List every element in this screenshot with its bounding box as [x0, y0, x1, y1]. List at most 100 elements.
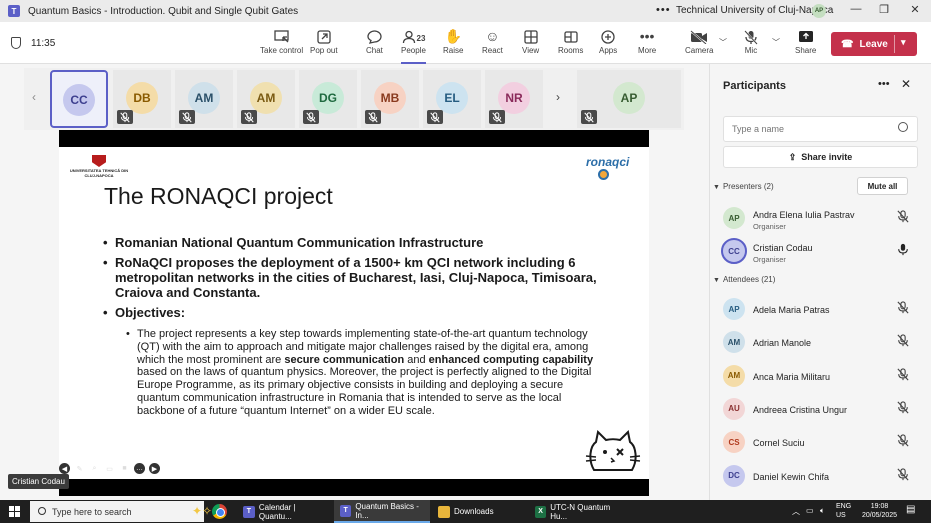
react-button[interactable]: ☺ React	[482, 26, 503, 55]
panel-close-icon[interactable]: ✕	[901, 77, 911, 91]
mic-button[interactable]: Mic	[744, 26, 758, 55]
taskbar-item-calendar[interactable]: T Calendar | Quantu...	[237, 500, 330, 523]
mute-all-button[interactable]: Mute all	[857, 177, 908, 195]
panel-more-icon[interactable]: •••	[878, 78, 890, 90]
participant-role: Organiser	[753, 222, 786, 231]
teams-app-icon: T	[8, 5, 20, 17]
mic-off-icon[interactable]	[897, 467, 909, 486]
camera-options-chevron-icon[interactable]: ﹀	[719, 37, 727, 48]
view-button[interactable]: View	[522, 26, 539, 55]
video-tile[interactable]: DG	[299, 70, 357, 128]
university-crest-icon	[92, 155, 106, 167]
mic-off-icon[interactable]	[897, 434, 909, 452]
video-tile[interactable]: AP	[577, 70, 681, 128]
network-icon[interactable]: ▭	[806, 506, 814, 515]
taskbar-item-downloads[interactable]: Downloads	[432, 500, 527, 523]
gallery-next-chevron-icon[interactable]: ›	[556, 90, 560, 104]
share-button[interactable]: Share	[795, 26, 816, 55]
mic-off-icon[interactable]	[897, 367, 909, 386]
meeting-stage: ‹ CC DB AM AM DG MB EL NR AP › UNIVERSITATEA TEH…	[0, 64, 709, 500]
slide-bullet: Objectives:	[103, 305, 613, 320]
participant-name: Andra Elena Iulia Pastrav	[753, 210, 855, 220]
participant-row[interactable]: AM Adrian Manole	[723, 329, 923, 359]
pop-out-icon	[317, 26, 331, 46]
collapse-chevron-icon: ▼	[713, 277, 720, 284]
share-invite-button[interactable]: ⇪ Share invite	[723, 146, 918, 168]
participant-avatar: DC	[723, 464, 745, 487]
participant-row[interactable]: AP Adela Maria Patras	[723, 296, 923, 326]
chrome-icon[interactable]	[212, 504, 227, 519]
video-tile[interactable]: DB	[113, 70, 171, 128]
university-logo: UNIVERSITATEA TEHNICĂ DIN CLUJ-NAPOCA	[69, 155, 129, 178]
video-tile[interactable]: MB	[361, 70, 419, 128]
participant-row[interactable]: CC Cristian Codau Organiser	[721, 238, 923, 268]
camera-toggle-icon[interactable]: ■	[119, 463, 130, 474]
shield-icon	[11, 37, 21, 49]
collapse-chevron-icon: ▼	[713, 184, 720, 191]
minimize-icon[interactable]: —	[846, 3, 866, 15]
title-bar: T Quantum Basics - Introduction. Qubit a…	[0, 0, 931, 22]
video-tile[interactable]: EL	[423, 70, 481, 128]
mic-options-chevron-icon[interactable]: ﹀	[772, 37, 780, 48]
attendees-section-header[interactable]: ▼ Attendees (21)	[713, 275, 775, 284]
rooms-icon	[564, 26, 578, 46]
chat-button[interactable]: Chat	[366, 26, 383, 55]
participants-panel: Participants ••• ✕ ⇪ Share invite ▼Prese…	[709, 64, 931, 500]
participant-row[interactable]: AP Andra Elena Iulia Pastrav Organiser	[723, 205, 923, 235]
mic-on-icon[interactable]	[897, 243, 909, 261]
video-tile[interactable]: AM	[175, 70, 233, 128]
leave-button[interactable]: ☎ Leave ▾	[831, 32, 917, 56]
taskbar-item-quantum-basics[interactable]: T Quantum Basics - In...	[334, 500, 430, 523]
subtitles-icon[interactable]: ▭	[104, 463, 115, 474]
people-count: 23	[416, 34, 426, 43]
mic-off-icon[interactable]	[897, 334, 909, 352]
mic-off-icon	[427, 110, 443, 124]
taskbar-clock[interactable]: 19:08 20/05/2025	[862, 502, 897, 520]
more-button[interactable]: ••• More	[638, 26, 656, 55]
mic-off-icon[interactable]	[897, 301, 909, 319]
presenters-section-header[interactable]: ▼ Presenters (2)	[713, 182, 774, 191]
taskbar-item-excel[interactable]: X UTC-N Quantum Hu...	[529, 500, 624, 523]
camera-button[interactable]: Camera	[685, 26, 713, 55]
people-icon: 23	[402, 26, 426, 46]
notifications-icon[interactable]: ▤	[906, 504, 915, 515]
meeting-toolbar: 11:35 Take control Pop out Chat 23 Peopl…	[0, 22, 931, 64]
next-slide-icon[interactable]: ▶	[149, 463, 160, 474]
video-tile[interactable]: AM	[237, 70, 295, 128]
more-options-icon[interactable]: •••	[656, 4, 671, 16]
participant-name: Adrian Manole	[753, 338, 812, 349]
zoom-icon[interactable]: ⌕	[89, 463, 100, 474]
apps-button[interactable]: Apps	[599, 26, 617, 55]
raise-hand-button[interactable]: ✋ Raise	[443, 26, 463, 55]
language-indicator[interactable]: ENG US	[836, 502, 851, 520]
previous-slide-icon[interactable]: ◀	[59, 463, 70, 474]
more-options-icon[interactable]: …	[134, 463, 145, 474]
organization-name[interactable]: Technical University of Cluj-Napoca	[676, 5, 833, 16]
participant-row[interactable]: AU Andreea Cristina Ungur	[723, 396, 923, 426]
slide-sub-bullet: The project represents a key step toward…	[126, 328, 604, 418]
leave-options-chevron-icon[interactable]: ▾	[901, 37, 906, 48]
mic-off-icon	[489, 110, 505, 124]
people-button[interactable]: 23 People	[401, 26, 426, 64]
video-tile[interactable]: NR	[485, 70, 543, 128]
volume-icon[interactable]: 🔈︎	[820, 506, 825, 516]
mic-off-icon[interactable]	[897, 210, 909, 228]
participant-row[interactable]: AM Anca Maria Militaru	[723, 363, 923, 393]
participant-row[interactable]: CS Cornel Suciu	[723, 429, 923, 459]
windows-start-icon[interactable]	[9, 506, 20, 517]
restore-icon[interactable]: ❐	[874, 3, 894, 16]
taskbar-search-box[interactable]: Type here to search ✦✧	[30, 501, 212, 522]
participant-search-input[interactable]	[723, 116, 918, 142]
pen-icon[interactable]: ✎	[74, 463, 85, 474]
gallery-prev-chevron-icon[interactable]: ‹	[32, 90, 36, 104]
account-avatar[interactable]: AP	[812, 4, 826, 18]
mic-off-icon[interactable]	[897, 401, 909, 419]
teams-icon: T	[243, 505, 255, 518]
take-control-button[interactable]: Take control	[260, 26, 303, 55]
tray-chevron-up-icon[interactable]: ︿	[792, 506, 800, 517]
pop-out-button[interactable]: Pop out	[310, 26, 338, 55]
rooms-button[interactable]: Rooms	[558, 26, 583, 55]
participant-row[interactable]: DC Daniel Kewin Chifa	[723, 463, 923, 493]
video-tile[interactable]: CC	[50, 70, 108, 128]
close-window-icon[interactable]: ✕	[905, 3, 925, 16]
